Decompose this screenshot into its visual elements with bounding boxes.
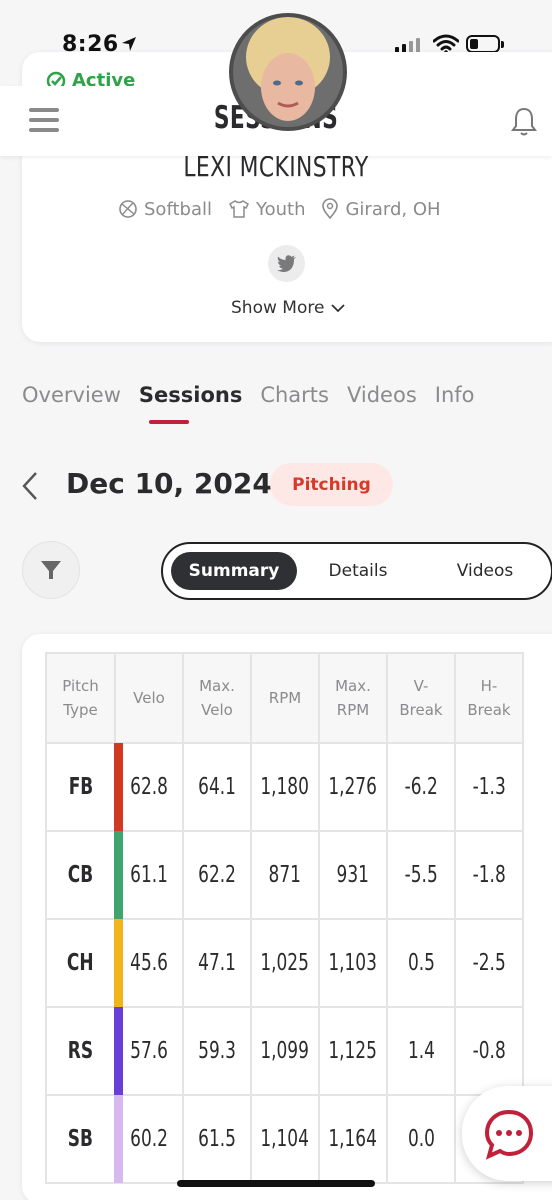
pitch-type-cell: FB <box>45 742 116 832</box>
v-break-cell: 0.0 <box>386 1094 456 1184</box>
summary-toggle[interactable]: Summary <box>171 552 297 590</box>
header-pitch-type[interactable]: Pitch Type <box>45 652 116 744</box>
pitch-color-strip <box>114 743 123 831</box>
v-break-cell: -5.5 <box>386 830 456 920</box>
pitch-color-strip <box>114 1095 123 1183</box>
header-rpm[interactable]: RPM <box>250 652 320 744</box>
max-rpm-cell: 931 <box>318 830 388 920</box>
header-h-break[interactable]: H- Break <box>454 652 524 744</box>
twitter-link[interactable] <box>268 245 305 282</box>
h-break-cell: -0.8 <box>454 1006 524 1096</box>
home-indicator <box>177 1180 375 1187</box>
session-type-badge: Pitching <box>270 463 393 506</box>
velo-cell: 60.2 <box>114 1094 184 1184</box>
header-v-break[interactable]: V- Break <box>386 652 456 744</box>
map-pin-icon <box>322 198 339 220</box>
location-arrow-icon <box>122 37 136 51</box>
tab-info[interactable]: Info <box>435 383 475 407</box>
v-break-cell: 0.5 <box>386 918 456 1008</box>
avatar[interactable] <box>229 13 347 131</box>
chat-bubble-icon <box>484 1109 534 1160</box>
chat-button[interactable] <box>462 1086 552 1181</box>
show-more-label: Show More <box>231 298 325 318</box>
profile-meta: Softball Youth Girard, OH <box>118 198 449 220</box>
show-more-button[interactable]: Show More <box>231 298 346 318</box>
max-rpm-cell: 1,125 <box>318 1006 388 1096</box>
pitch-summary-table: Pitch Type Velo Max. Velo RPM Max. RPM V… <box>45 652 524 1184</box>
location-label: Girard, OH <box>345 198 441 220</box>
v-break-cell: -6.2 <box>386 742 456 832</box>
max-velo-cell: 62.2 <box>182 830 252 920</box>
pitch-color-strip <box>114 1007 123 1095</box>
profile-tabs: Overview Sessions Charts Videos Info <box>22 383 475 407</box>
pitch-type-cell: RS <box>45 1006 116 1096</box>
pitch-type-cell: CB <box>45 830 116 920</box>
back-chevron-icon[interactable] <box>20 471 40 501</box>
table-header-row: Pitch Type Velo Max. Velo RPM Max. RPM V… <box>45 652 524 744</box>
cellular-signal-icon <box>395 38 420 53</box>
pitch-type-cell: CH <box>45 918 116 1008</box>
details-toggle[interactable]: Details <box>313 552 403 590</box>
level-label: Youth <box>255 198 306 220</box>
videos-toggle[interactable]: Videos <box>435 552 535 590</box>
active-tab-indicator <box>149 420 189 424</box>
pitch-color-strip <box>114 831 123 919</box>
avatar-photo <box>233 17 343 127</box>
rpm-cell: 1,099 <box>250 1006 320 1096</box>
level-meta: Youth <box>228 198 306 220</box>
header-velo[interactable]: Velo <box>114 652 184 744</box>
table-row[interactable]: CB 61.1 62.2 871 931 -5.5 -1.8 <box>45 830 524 920</box>
header-max-rpm[interactable]: Max. RPM <box>318 652 388 744</box>
sport-meta: Softball <box>118 199 212 220</box>
bell-icon[interactable] <box>510 106 538 138</box>
max-rpm-cell: 1,164 <box>318 1094 388 1184</box>
pitch-color-strip <box>114 919 123 1007</box>
velo-cell: 57.6 <box>114 1006 184 1096</box>
chevron-down-icon <box>331 304 346 313</box>
max-rpm-cell: 1,103 <box>318 918 388 1008</box>
softball-icon <box>119 200 137 218</box>
session-date: Dec 10, 2024 <box>66 467 272 500</box>
pitch-type-cell: SB <box>45 1094 116 1184</box>
tab-overview[interactable]: Overview <box>22 383 121 407</box>
velo-cell: 61.1 <box>114 830 184 920</box>
table-row[interactable]: FB 62.8 64.1 1,180 1,276 -6.2 -1.3 <box>45 742 524 832</box>
h-break-cell: -1.8 <box>454 830 524 920</box>
filter-button[interactable] <box>22 541 80 599</box>
view-toggle: Summary Details Videos <box>161 542 552 600</box>
velo-cell: 45.6 <box>114 918 184 1008</box>
battery-icon <box>466 35 504 53</box>
velo-cell: 62.8 <box>114 742 184 832</box>
rpm-cell: 1,025 <box>250 918 320 1008</box>
table-row[interactable]: RS 57.6 59.3 1,099 1,125 1.4 -0.8 <box>45 1006 524 1096</box>
location-meta: Girard, OH <box>321 198 441 220</box>
h-break-cell: -2.5 <box>454 918 524 1008</box>
tab-charts[interactable]: Charts <box>260 383 329 407</box>
v-break-cell: 1.4 <box>386 1006 456 1096</box>
twitter-icon <box>276 255 296 272</box>
tab-sessions[interactable]: Sessions <box>139 383 242 407</box>
h-break-cell: -1.3 <box>454 742 524 832</box>
max-velo-cell: 61.5 <box>182 1094 252 1184</box>
rpm-cell: 871 <box>250 830 320 920</box>
rpm-cell: 1,104 <box>250 1094 320 1184</box>
tab-videos[interactable]: Videos <box>347 383 417 407</box>
max-rpm-cell: 1,276 <box>318 742 388 832</box>
filter-icon <box>41 561 61 579</box>
header-max-velo[interactable]: Max. Velo <box>182 652 252 744</box>
max-velo-cell: 64.1 <box>182 742 252 832</box>
table-row[interactable]: CH 45.6 47.1 1,025 1,103 0.5 -2.5 <box>45 918 524 1008</box>
sport-label: Softball <box>144 198 212 220</box>
max-velo-cell: 59.3 <box>182 1006 252 1096</box>
table-row[interactable]: SB 60.2 61.5 1,104 1,164 0.0 <box>45 1094 524 1184</box>
rpm-cell: 1,180 <box>250 742 320 832</box>
max-velo-cell: 47.1 <box>182 918 252 1008</box>
hamburger-menu-icon[interactable] <box>29 108 59 132</box>
shirt-icon <box>229 200 249 218</box>
wifi-icon <box>433 34 459 54</box>
